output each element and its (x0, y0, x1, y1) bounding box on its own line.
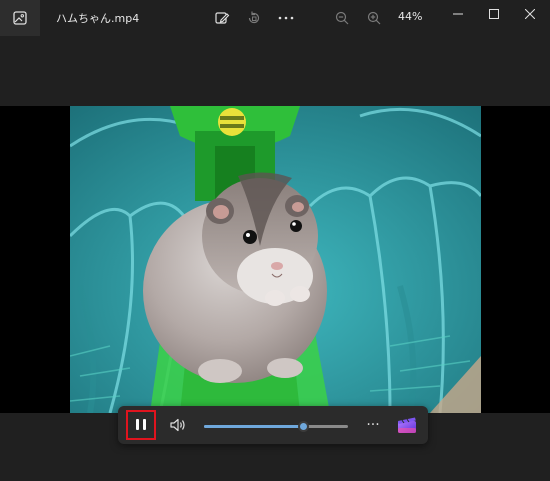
rotate-icon (248, 11, 260, 24)
rotate-button[interactable] (242, 6, 266, 30)
close-icon (525, 9, 535, 19)
photos-app-icon (0, 0, 40, 36)
pause-bar-right (143, 419, 146, 430)
zoom-out-button[interactable] (330, 6, 354, 30)
edit-icon (215, 12, 230, 24)
volume-button[interactable] (168, 415, 188, 435)
video-frame[interactable] (70, 106, 481, 413)
player-more-button[interactable]: ··· (363, 418, 383, 432)
more-icon (278, 16, 294, 20)
hamster-video-frame (70, 106, 481, 413)
zoom-in-button[interactable] (362, 6, 386, 30)
minimize-button[interactable] (438, 0, 478, 28)
zoom-in-icon (367, 11, 381, 25)
edit-image-button[interactable] (210, 6, 234, 30)
pause-icon (135, 412, 147, 438)
window-title: ハムちゃん.mp4 (56, 12, 140, 25)
more-options-button[interactable] (274, 6, 298, 30)
more-icon: ··· (366, 417, 380, 433)
maximize-button[interactable] (474, 0, 514, 28)
seek-thumb[interactable] (298, 421, 310, 432)
title-bar: ハムちゃん.mp4 44% (0, 0, 550, 36)
seek-progress-fill (204, 425, 304, 428)
pause-bar-left (136, 419, 139, 430)
volume-icon (170, 418, 185, 432)
pause-button[interactable] (126, 410, 156, 440)
playback-controls: ··· (118, 406, 428, 444)
edit-in-clipchamp-button[interactable] (396, 415, 418, 435)
minimize-icon (453, 13, 463, 15)
zoom-out-icon (335, 11, 349, 25)
zoom-level[interactable]: 44% (398, 10, 422, 23)
clipchamp-icon (398, 417, 416, 433)
seek-bar[interactable] (204, 421, 348, 432)
close-button[interactable] (510, 0, 550, 28)
maximize-icon (489, 9, 499, 19)
